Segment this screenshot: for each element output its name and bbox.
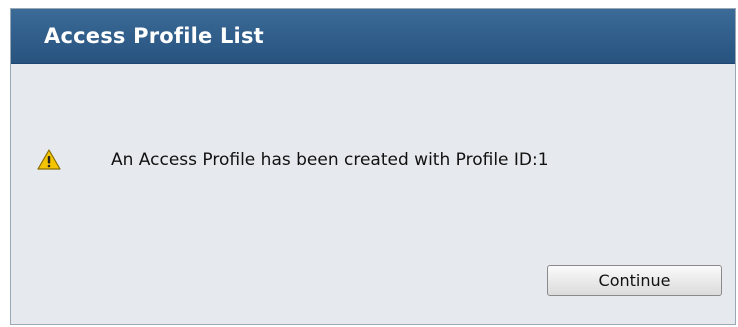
access-profile-dialog: Access Profile List An Access Profile ha…: [10, 8, 736, 325]
dialog-title-bar: Access Profile List: [11, 9, 735, 64]
message-row: An Access Profile has been created with …: [37, 148, 549, 172]
continue-button[interactable]: Continue: [547, 265, 722, 296]
status-message: An Access Profile has been created with …: [111, 150, 549, 170]
dialog-title: Access Profile List: [44, 24, 264, 48]
warning-icon: [37, 148, 61, 172]
